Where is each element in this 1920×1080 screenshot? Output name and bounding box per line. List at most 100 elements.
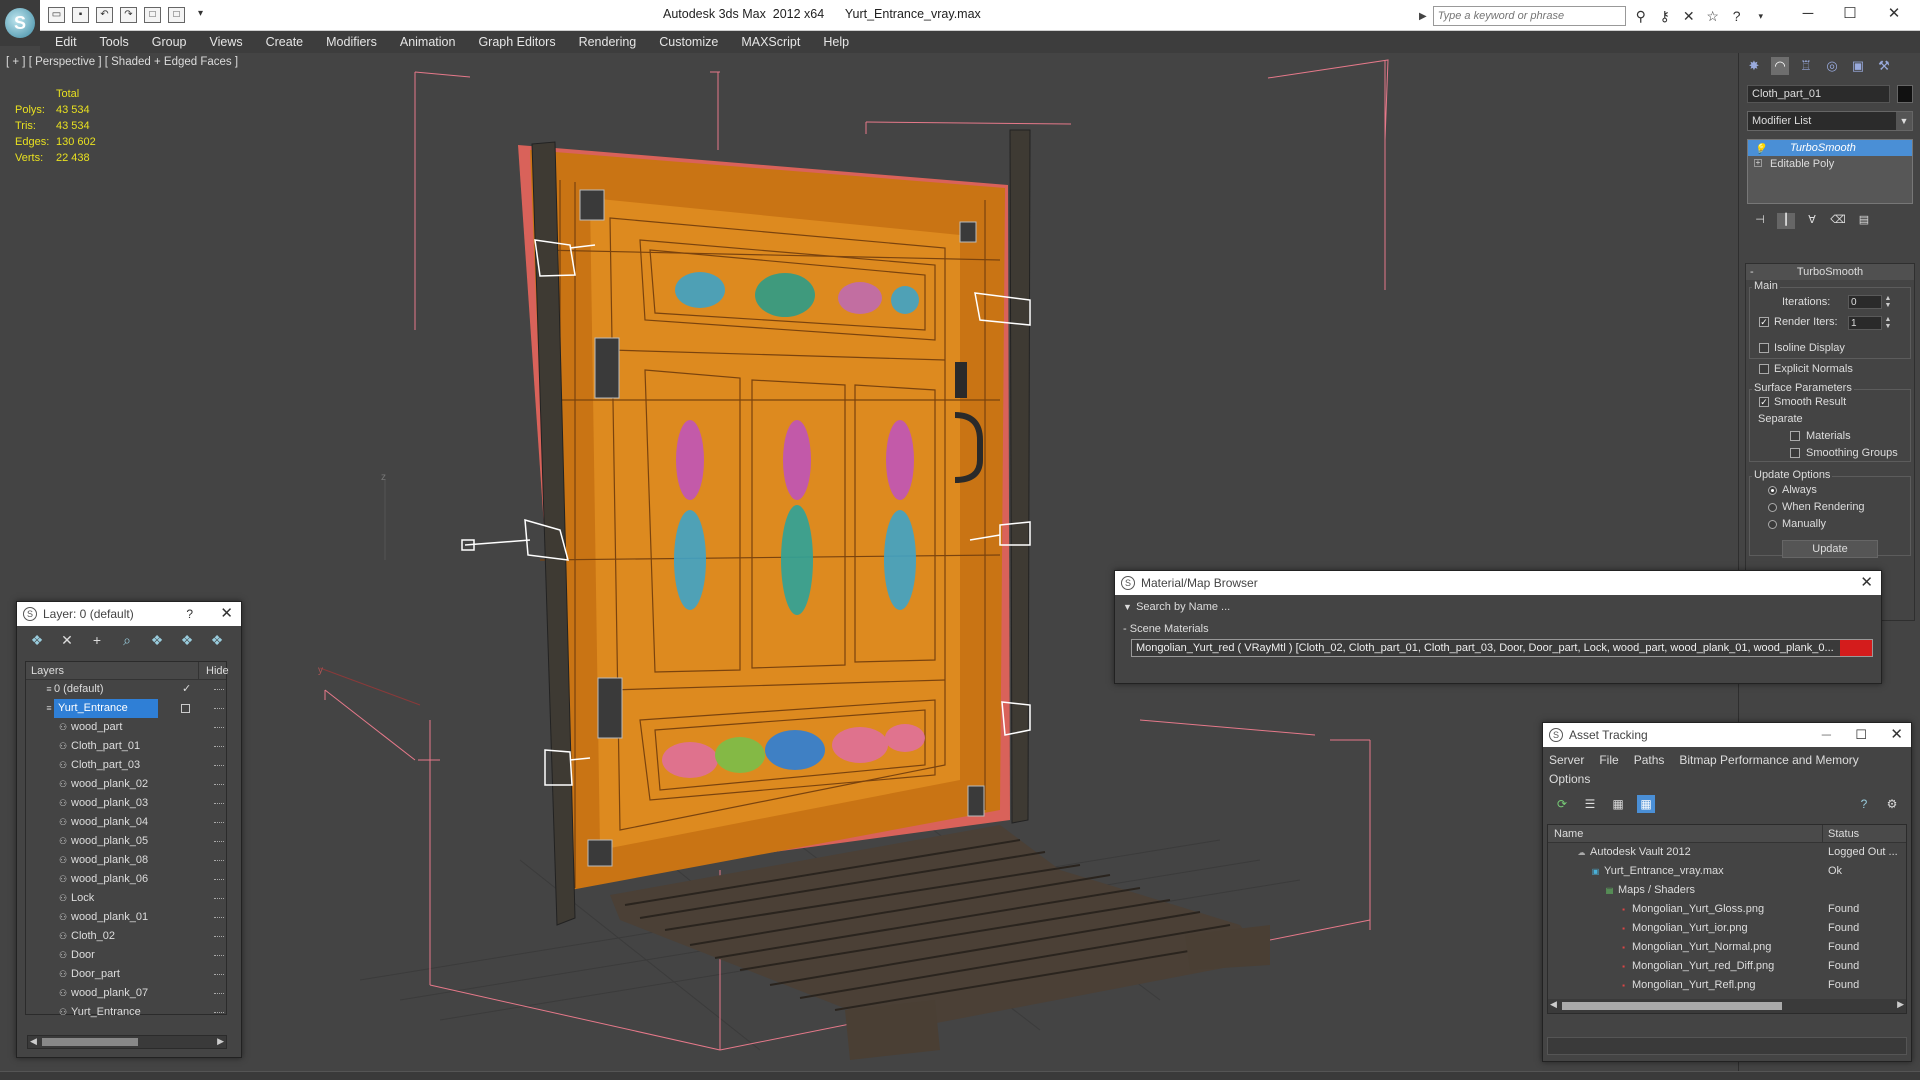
explicit-normals-checkbox[interactable] [1759,364,1769,374]
scroll-left-icon[interactable]: ◀ [30,1036,37,1047]
menu-help[interactable]: Help [823,35,849,49]
expand-icon[interactable]: + [1754,159,1762,167]
configure-sets-icon[interactable]: ▤ [1855,213,1873,229]
menu-server[interactable]: Server [1549,751,1584,770]
delete-layer-icon[interactable]: ✕ [57,632,77,650]
stack-item-editable-poly[interactable]: + Editable Poly [1748,156,1912,172]
col-layers[interactable]: Layers [31,662,64,680]
expand-arrow-icon[interactable]: ▶ [1419,11,1427,22]
perspective-viewport[interactable]: z y [+] [Perspective] [Shaded + Edg… [0,53,1738,1071]
layer-row[interactable]: ≡ 0 (default) ✓ [26,680,226,699]
object-name-field[interactable] [1747,85,1890,103]
layer-row[interactable]: ⚇ Cloth_part_01 [26,737,226,756]
layer-row[interactable]: ⚇ wood_plank_07 [26,984,226,1003]
layer-horizontal-scrollbar[interactable]: ◀ ▶ [27,1035,227,1049]
col-name[interactable]: Name [1554,825,1583,843]
manually-radio[interactable] [1768,520,1777,529]
asset-row[interactable]: ▪ Mongolian_Yurt_Refl.png Found [1548,976,1906,995]
render-iters-spinner[interactable] [1848,316,1882,330]
time-slider-strip[interactable] [0,1071,1920,1080]
current-layer-box-icon[interactable] [181,704,190,713]
help-icon[interactable]: ? [1728,7,1746,25]
select-objects-icon[interactable]: ⌕ [117,632,137,650]
asset-row[interactable]: ▣ Yurt_Entrance_vray.max Ok [1548,862,1906,881]
hide-toggle[interactable] [214,822,224,823]
menu-maxscript[interactable]: MAXScript [741,35,800,49]
scroll-left-icon[interactable]: ◀ [1550,999,1557,1010]
create-layer-icon[interactable]: ❖ [27,632,47,650]
layer-row[interactable]: ⚇ Cloth_02 [26,927,226,946]
remove-modifier-icon[interactable]: ⌫ [1829,213,1847,229]
layer-row[interactable]: ⚇ wood_plank_06 [26,870,226,889]
layer-row[interactable]: ⚇ wood_plank_05 [26,832,226,851]
asset-row[interactable]: ▪ Mongolian_Yurt_Normal.png Found [1548,938,1906,957]
key-icon[interactable]: ⚷ [1656,7,1674,25]
hide-toggle[interactable] [214,727,224,728]
hide-toggle[interactable] [214,993,224,994]
asset-row[interactable]: ▤ Maps / Shaders [1548,881,1906,900]
modifier-list-dropdown[interactable]: Modifier List ▼ [1747,111,1913,131]
layer-row[interactable]: ⚇ Cloth_part_03 [26,756,226,775]
help-icon[interactable]: ? [1855,795,1873,813]
menu-bitmap-performance[interactable]: Bitmap Performance and Memory [1679,751,1858,770]
maximize-icon[interactable]: ☐ [1855,723,1867,747]
col-status[interactable]: Status [1828,825,1859,843]
scroll-right-icon[interactable]: ▶ [1897,999,1904,1010]
layer-row[interactable]: ⚇ wood_plank_01 [26,908,226,927]
materials-checkbox[interactable] [1790,431,1800,441]
always-radio[interactable] [1768,486,1777,495]
menu-group[interactable]: Group [152,35,187,49]
satellite-icon[interactable]: ✕ [1680,7,1698,25]
scene-materials-section[interactable]: - Scene Materials [1123,623,1209,635]
layer-row[interactable]: ⚇ Door_part [26,965,226,984]
asset-horizontal-scrollbar[interactable]: ◀ ▶ [1548,999,1906,1013]
hide-toggle[interactable] [214,955,224,956]
layer-row[interactable]: ≡ Yurt_Entrance [26,699,226,718]
stack-item-turbosmooth[interactable]: 💡 TurboSmooth [1748,140,1912,156]
menu-triangle-icon[interactable]: ▼ [1123,602,1133,612]
layer-row[interactable]: ⚇ Yurt_Entrance [26,1003,226,1022]
layer-dialog-titlebar[interactable]: S Layer: 0 (default) ? ✕ [17,602,241,626]
menu-modifiers[interactable]: Modifiers [326,35,377,49]
pin-stack-icon[interactable]: ⊣ [1751,213,1769,229]
close-icon[interactable]: ✕ [1890,723,1903,747]
qat-dropdown-icon[interactable]: ▾ [192,7,209,23]
asset-row[interactable]: ▪ Mongolian_Yurt_red_Diff.png Found [1548,957,1906,976]
menu-file[interactable]: File [1599,751,1618,770]
table-view-icon[interactable]: ▦ [1637,795,1655,813]
asset-row[interactable]: ▪ Mongolian_Yurt_ior.png Found [1548,919,1906,938]
scroll-thumb[interactable] [42,1038,138,1046]
layer-row[interactable]: ⚇ wood_plank_03 [26,794,226,813]
menu-graph-editors[interactable]: Graph Editors [478,35,555,49]
display-tab-icon[interactable]: ▣ [1849,57,1867,75]
motion-tab-icon[interactable]: ◎ [1823,57,1841,75]
add-to-layer-icon[interactable]: + [87,632,107,650]
smoothing-groups-checkbox[interactable] [1790,448,1800,458]
update-button[interactable]: Update [1782,540,1878,558]
hide-toggle[interactable] [214,803,224,804]
modify-tab-icon[interactable]: ◠ [1771,57,1789,75]
layer-row[interactable]: ⚇ wood_part [26,718,226,737]
col-hide[interactable]: Hide [206,662,229,680]
select-layer-icon[interactable]: ❖ [147,632,167,650]
scroll-right-icon[interactable]: ▶ [217,1036,224,1047]
help-dropdown-icon[interactable]: ▾ [1752,7,1770,25]
save-icon[interactable]: ▪ [72,7,89,23]
settings-icon[interactable]: ⚙ [1883,795,1901,813]
hide-toggle[interactable] [214,860,224,861]
binoculars-icon[interactable]: ⚲ [1632,7,1650,25]
minimize-icon[interactable]: ─ [1822,723,1831,747]
close-icon[interactable]: ✕ [220,602,233,626]
hide-all-layers-icon[interactable]: ❖ [207,632,227,650]
menu-paths[interactable]: Paths [1634,751,1665,770]
create-tab-icon[interactable]: ✸ [1745,57,1763,75]
close-icon[interactable]: ✕ [1860,571,1873,595]
hide-toggle[interactable] [214,898,224,899]
menu-customize[interactable]: Customize [659,35,718,49]
isoline-display-checkbox[interactable] [1759,343,1769,353]
layer-row[interactable]: ⚇ Lock [26,889,226,908]
utilities-tab-icon[interactable]: ⚒ [1875,57,1893,75]
layer-row[interactable]: ⚇ Door [26,946,226,965]
infocenter-search-input[interactable] [1432,6,1626,26]
scroll-thumb[interactable] [1562,1002,1782,1010]
